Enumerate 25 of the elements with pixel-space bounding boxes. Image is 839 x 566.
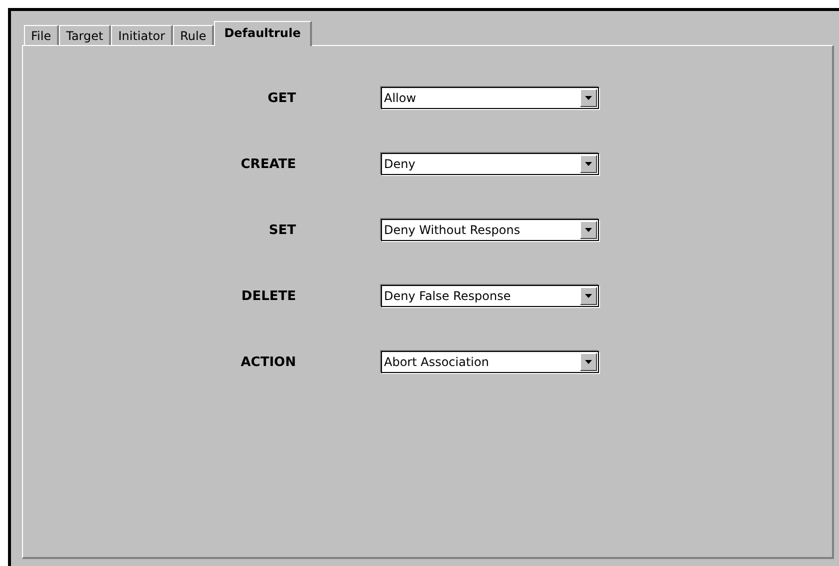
rule-dropdown[interactable]: Allow bbox=[381, 87, 599, 109]
caret-icon bbox=[585, 96, 592, 100]
rule-label: DELETE bbox=[241, 288, 296, 304]
caret-icon bbox=[585, 228, 592, 232]
caret-icon bbox=[585, 162, 592, 166]
tab[interactable]: File bbox=[24, 25, 60, 45]
tab[interactable]: Defaultrule bbox=[214, 21, 312, 46]
rule-label: SET bbox=[268, 222, 296, 238]
tab[interactable]: Target bbox=[59, 25, 112, 45]
rule-dropdown[interactable]: Abort Association bbox=[381, 351, 599, 373]
dropdown-button[interactable] bbox=[580, 287, 597, 305]
rule-label: CREATE bbox=[240, 156, 296, 172]
rule-dropdown[interactable]: Deny False Response bbox=[381, 285, 599, 307]
rule-label: ACTION bbox=[240, 354, 296, 370]
rule-dropdown[interactable]: Deny bbox=[381, 153, 599, 175]
tab[interactable]: Initiator bbox=[111, 25, 174, 45]
caret-icon bbox=[585, 294, 592, 298]
caret-icon bbox=[585, 360, 592, 364]
rule-dropdown[interactable]: Deny Without Respons bbox=[381, 219, 599, 241]
dropdown-button[interactable] bbox=[580, 353, 597, 371]
dropdown-button[interactable] bbox=[580, 221, 597, 239]
dropdown-button[interactable] bbox=[580, 155, 597, 173]
rule-label: GET bbox=[268, 90, 296, 106]
dropdown-button[interactable] bbox=[580, 89, 597, 107]
tab[interactable]: Rule bbox=[173, 25, 214, 45]
